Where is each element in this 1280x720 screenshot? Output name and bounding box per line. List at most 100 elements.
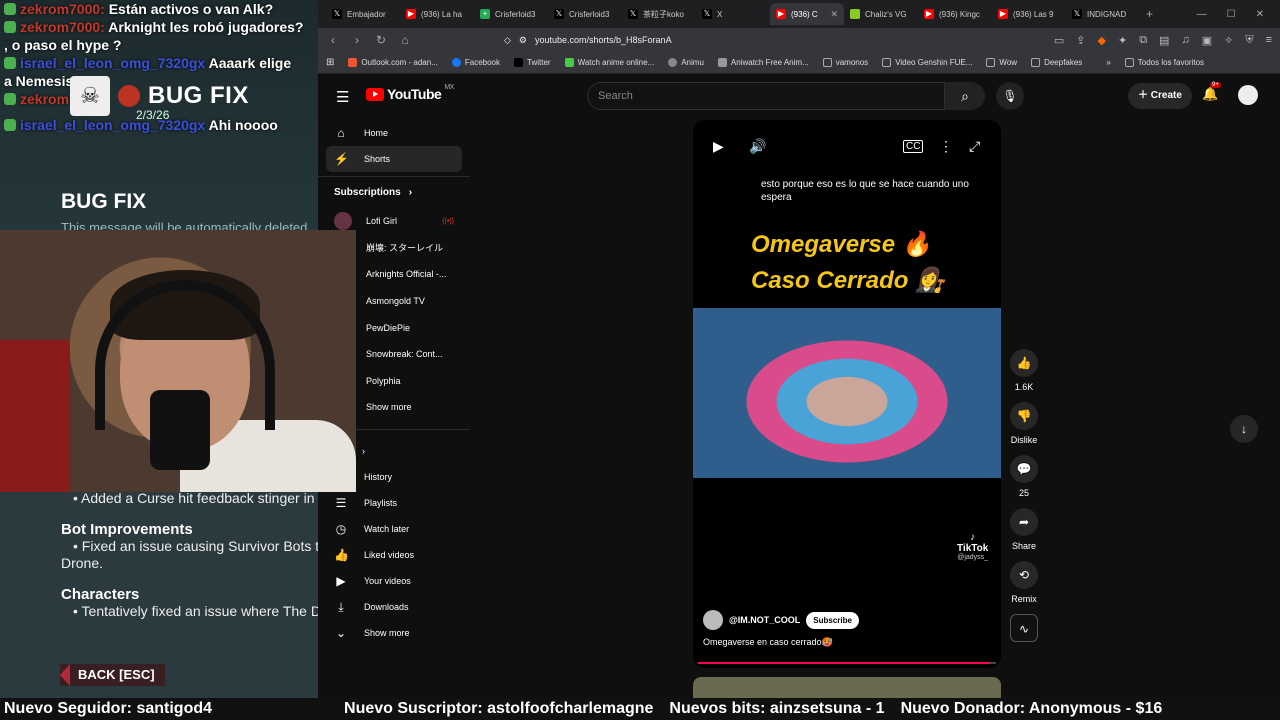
bookmark-item[interactable]: Twitter bbox=[514, 58, 551, 67]
browser-tab[interactable]: + Crisferloid3 bbox=[474, 3, 548, 25]
close-tab-icon[interactable]: ✕ bbox=[830, 9, 838, 20]
sidebar-item-playlists[interactable]: ☰ Playlists bbox=[318, 490, 470, 516]
browser-tab[interactable]: ▶ (936) La ha bbox=[400, 3, 474, 25]
browser-tab[interactable]: 𝕏 Embajador bbox=[326, 3, 400, 25]
comments-action[interactable]: 💬 25 bbox=[1008, 455, 1040, 498]
new-tab-icon[interactable]: + bbox=[1140, 7, 1159, 21]
browser-tab[interactable]: 𝕏X bbox=[696, 3, 770, 25]
x-icon: 𝕏 bbox=[628, 9, 638, 19]
sidebar-item-home[interactable]: ⌂ Home bbox=[318, 120, 470, 146]
bookmark-item[interactable]: Watch anime online... bbox=[564, 58, 654, 67]
sidebar-subscriptions-header[interactable]: Subscriptions › bbox=[318, 176, 470, 208]
microphone-icon bbox=[150, 390, 210, 470]
more-options-icon[interactable]: ⋮ bbox=[939, 138, 953, 155]
bookmark-item[interactable]: Deepfakes bbox=[1031, 58, 1082, 67]
back-arrow-icon[interactable]: ‹ bbox=[326, 33, 340, 47]
search-icon[interactable]: ⌕ bbox=[945, 82, 985, 110]
wallet-icon[interactable]: ▣ bbox=[1202, 34, 1212, 47]
site-info-icon[interactable]: ⚙ bbox=[519, 35, 527, 46]
progress-fill bbox=[698, 662, 991, 664]
webcam-feed bbox=[0, 230, 356, 492]
playlists-icon: ☰ bbox=[335, 496, 347, 511]
sidebar-icon[interactable]: ▤ bbox=[1159, 34, 1169, 47]
browser-tab[interactable]: 𝕏 Crisferloid3 bbox=[548, 3, 622, 25]
bookmark-item[interactable]: Wow bbox=[986, 58, 1017, 67]
create-button[interactable]: ＋ Create bbox=[1128, 83, 1192, 109]
audio-action[interactable]: ∿ bbox=[1008, 614, 1040, 642]
brave-shield-icon[interactable]: ◆ bbox=[1098, 34, 1106, 47]
progress-bar[interactable] bbox=[698, 662, 996, 664]
next-short-arrow-icon[interactable]: ↓ bbox=[1230, 415, 1258, 443]
bookmark-item[interactable]: Video Genshin FUE... bbox=[882, 58, 972, 67]
tiktok-watermark: ♪ TikTok @jadyss_ bbox=[957, 532, 989, 561]
bookmarks-bar: ⊞ Outlook.com - adan... Facebook Twitter… bbox=[318, 52, 1280, 74]
dislike-action[interactable]: 👎 Dislike bbox=[1008, 402, 1040, 445]
next-short-preview[interactable] bbox=[693, 677, 1001, 698]
live-icon: ((•)) bbox=[442, 217, 454, 225]
play-icon[interactable]: ▶ bbox=[713, 138, 724, 155]
bookmark-item[interactable]: Animu bbox=[668, 58, 704, 67]
apps-icon[interactable]: ⊞ bbox=[326, 57, 334, 68]
puzzle-icon[interactable]: ⧉ bbox=[1139, 34, 1147, 47]
subscribe-button[interactable]: Subscribe bbox=[806, 611, 859, 629]
forward-arrow-icon[interactable]: › bbox=[350, 33, 364, 47]
channel-avatar[interactable] bbox=[703, 610, 723, 630]
voice-search-icon[interactable]: 🎙 bbox=[996, 82, 1024, 110]
chevron-right-icon[interactable]: » bbox=[1106, 58, 1110, 67]
browser-tab[interactable]: Chaliz's VG bbox=[844, 3, 918, 25]
ai-icon[interactable]: ✧ bbox=[1224, 34, 1233, 47]
browser-tab[interactable]: ▶ (936) Kingc bbox=[918, 3, 992, 25]
bookmark-item[interactable]: Aniwatch Free Anim... bbox=[717, 58, 809, 67]
minimize-icon[interactable]: — bbox=[1197, 9, 1207, 20]
back-button[interactable]: BACK [ESC] bbox=[59, 664, 165, 686]
browser-tab[interactable]: 𝕏 INDIGNAD bbox=[1066, 3, 1140, 25]
short-player[interactable]: ▶ 🔊 CC ⋮ ⤢ esto porque eso es lo que se … bbox=[693, 120, 1001, 668]
notifications-icon[interactable]: 🔔 9+ bbox=[1202, 82, 1221, 102]
address-bar[interactable]: ◇ ⚙ youtube.com/shorts/b_H8sForanA bbox=[498, 30, 948, 50]
all-bookmarks[interactable]: Todos los favoritos bbox=[1124, 58, 1204, 67]
maximize-icon[interactable]: ☐ bbox=[1227, 9, 1236, 20]
x-icon: 𝕏 bbox=[702, 9, 712, 19]
music-icon[interactable]: ♫ bbox=[1181, 34, 1189, 47]
sidebar-item-shorts[interactable]: ⚡ Shorts bbox=[326, 146, 462, 172]
bookmark-icon[interactable]: ◇ bbox=[504, 35, 511, 46]
youtube-play-icon bbox=[366, 87, 384, 101]
patch-section-heading: Bot Improvements bbox=[61, 521, 193, 538]
window-controls: — ☐ ✕ bbox=[1197, 9, 1280, 20]
channel-name[interactable]: @IM.NOT_COOL bbox=[729, 615, 800, 625]
video-icon: ▶ bbox=[336, 574, 346, 589]
youtube-logo[interactable]: YouTube MX bbox=[366, 84, 454, 102]
extension-icon[interactable]: ✦ bbox=[1118, 34, 1127, 47]
share-icon[interactable]: ⇪ bbox=[1076, 34, 1085, 47]
sidebar-item-watch-later[interactable]: ◷ Watch later bbox=[318, 516, 470, 542]
browser-tab[interactable]: 𝕏 茶粒子koko bbox=[622, 3, 696, 25]
hamburger-menu-icon[interactable]: ☰ bbox=[336, 88, 349, 106]
sidebar-item-downloads[interactable]: ⤓ Downloads bbox=[318, 594, 470, 620]
fullscreen-icon[interactable]: ⤢ bbox=[969, 138, 980, 155]
channel-info: @IM.NOT_COOL Subscribe bbox=[703, 610, 859, 630]
skull-logo-icon: ☠ bbox=[70, 76, 110, 116]
home-icon[interactable]: ⌂ bbox=[398, 33, 412, 47]
browser-tab-active[interactable]: ▶ (936) C ✕ bbox=[770, 3, 844, 25]
avatar[interactable] bbox=[1238, 85, 1258, 105]
bookmark-item[interactable]: vamonos bbox=[822, 58, 868, 67]
bookmark-item[interactable]: Facebook bbox=[451, 58, 500, 67]
sidebar-item-show-more[interactable]: ⌄ Show more bbox=[318, 620, 470, 646]
browser-tab[interactable]: ▶ (936) Las 9 bbox=[992, 3, 1066, 25]
share-action[interactable]: ➦ Share bbox=[1008, 508, 1040, 551]
close-window-icon[interactable]: ✕ bbox=[1256, 9, 1264, 20]
bookmark-item[interactable]: Outlook.com - adan... bbox=[348, 58, 438, 67]
sidebar-item-liked[interactable]: 👍 Liked videos bbox=[318, 542, 470, 568]
install-icon[interactable]: ▭ bbox=[1054, 34, 1064, 47]
search-input[interactable]: Search bbox=[587, 82, 945, 110]
vpn-icon[interactable]: ⛨ bbox=[1245, 34, 1253, 47]
menu-icon[interactable]: ≡ bbox=[1266, 34, 1272, 47]
remix-action[interactable]: ⟲ Remix bbox=[1008, 561, 1040, 604]
captions-icon[interactable]: CC bbox=[903, 140, 924, 153]
like-action[interactable]: 👍 1.6K bbox=[1008, 349, 1040, 392]
folder-icon bbox=[1124, 58, 1134, 67]
reload-icon[interactable]: ↻ bbox=[374, 33, 388, 47]
sidebar-item-your-videos[interactable]: ▶ Your videos bbox=[318, 568, 470, 594]
chat-message: zekrom7000: Arknight les robó jugadores? bbox=[0, 18, 318, 36]
volume-icon[interactable]: 🔊 bbox=[749, 138, 766, 155]
